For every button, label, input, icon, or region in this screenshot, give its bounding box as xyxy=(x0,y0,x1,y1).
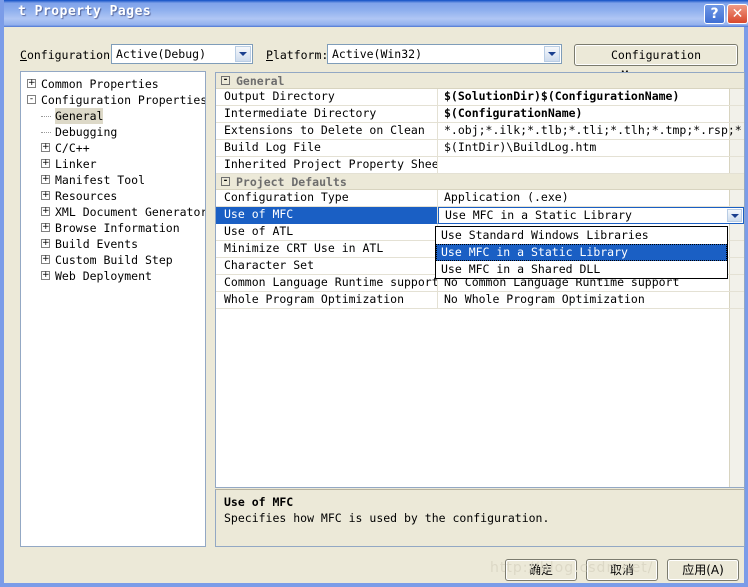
tree-item-label: Configuration Properties xyxy=(41,93,206,107)
property-grid[interactable]: - General Output Directory $(SolutionDir)$(… xyxy=(215,72,745,488)
expand-icon[interactable]: + xyxy=(41,239,50,248)
grid-row-value[interactable]: *.obj;*.ilk;*.tlb;*.tli;*.tlh;*.tmp;*.rs… xyxy=(438,123,744,140)
grid-row-name[interactable]: Whole Program Optimization xyxy=(216,292,438,309)
collapse-icon[interactable]: - xyxy=(27,95,36,104)
grid-row[interactable]: Whole Program Optimization No Whole Progr… xyxy=(216,292,744,309)
collapse-icon[interactable]: - xyxy=(221,177,230,186)
help-icon[interactable]: ? xyxy=(704,4,725,24)
tree-item-label: General xyxy=(55,108,104,124)
expand-icon[interactable]: + xyxy=(41,255,50,264)
title-bar: t Property Pages ? ✕ xyxy=(4,0,748,27)
tree-item-label: C/C++ xyxy=(55,141,90,155)
expand-icon[interactable]: + xyxy=(41,191,50,200)
use-of-mfc-dropdown-list[interactable]: Use Standard Windows Libraries Use MFC in… xyxy=(435,226,728,279)
grid-row-name[interactable]: Use of ATL xyxy=(216,224,438,241)
tree-item-label: Common Properties xyxy=(41,77,159,91)
grid-row-name[interactable]: Use of MFC xyxy=(216,207,438,224)
description-pane: Use of MFC Specifies how MFC is used by … xyxy=(215,489,745,547)
grid-row-value[interactable]: $(ConfigurationName) xyxy=(438,106,744,123)
dropdown-option[interactable]: Use Standard Windows Libraries xyxy=(436,227,727,244)
expand-icon[interactable]: + xyxy=(41,223,50,232)
grid-row-value[interactable]: No Whole Program Optimization xyxy=(438,292,744,309)
grid-category-general[interactable]: - General xyxy=(216,73,744,89)
expand-icon[interactable]: + xyxy=(41,271,50,280)
grid-category-project-defaults[interactable]: - Project Defaults xyxy=(216,174,744,190)
grid-row-name[interactable]: Inherited Project Property Sheets xyxy=(216,157,438,174)
grid-row-name[interactable]: Minimize CRT Use in ATL xyxy=(216,241,438,258)
grid-row-name[interactable]: Character Set xyxy=(216,258,438,275)
chevron-down-icon[interactable] xyxy=(235,46,251,62)
grid-row-name[interactable]: Configuration Type xyxy=(216,190,438,207)
grid-row-name[interactable]: Extensions to Delete on Clean xyxy=(216,123,438,140)
chevron-down-icon[interactable] xyxy=(544,46,560,62)
tree-item-label: XML Document Generator xyxy=(55,205,206,219)
grid-row-value[interactable]: $(SolutionDir)$(ConfigurationName) xyxy=(438,89,744,106)
grid-row[interactable]: Output Directory $(SolutionDir)$(Configur… xyxy=(216,89,744,106)
platform-dropdown[interactable]: Active(Win32) xyxy=(327,44,562,64)
configuration-label: Configuration: xyxy=(20,48,117,62)
platform-label: Platform: xyxy=(266,48,329,62)
grid-category-label: General xyxy=(236,74,285,88)
dropdown-option[interactable]: Use MFC in a Static Library xyxy=(436,244,727,261)
expand-icon[interactable]: + xyxy=(41,175,50,184)
watermark-text: http://blog.csdn.net/ xyxy=(490,560,654,576)
grid-row[interactable]: Configuration Type Application (.exe) xyxy=(216,190,744,207)
grid-row-value[interactable]: Application (.exe) xyxy=(438,190,744,207)
grid-row[interactable]: Use of MFC Use MFC in a Static Library xyxy=(216,207,744,224)
expand-icon[interactable]: + xyxy=(41,159,50,168)
configuration-manager-button[interactable]: Configuration Manager... xyxy=(574,44,738,82)
tree-item-label: Custom Build Step xyxy=(55,253,173,267)
dropdown-option[interactable]: Use MFC in a Shared DLL xyxy=(436,261,727,278)
grid-row-value[interactable]: $(IntDir)\BuildLog.htm xyxy=(438,140,744,157)
expand-icon[interactable]: + xyxy=(41,207,50,216)
grid-row[interactable]: Extensions to Delete on Clean *.obj;*.ilk… xyxy=(216,123,744,140)
grid-row-value[interactable] xyxy=(438,157,744,174)
description-body: Specifies how MFC is used by the configu… xyxy=(224,511,550,525)
expand-icon[interactable]: + xyxy=(41,143,50,152)
tree-item-label: Build Events xyxy=(55,237,139,251)
configuration-value: Active(Debug) xyxy=(116,47,207,61)
close-icon[interactable]: ✕ xyxy=(727,4,748,24)
tree-item-label: Browse Information xyxy=(55,221,180,235)
chevron-down-icon[interactable] xyxy=(727,209,742,222)
platform-value: Active(Win32) xyxy=(332,47,423,61)
grid-category-label: Project Defaults xyxy=(236,175,347,189)
expand-icon[interactable]: + xyxy=(27,79,36,88)
tree-item-label: Manifest Tool xyxy=(55,173,146,187)
grid-row-name[interactable]: Output Directory xyxy=(216,89,438,106)
description-title: Use of MFC xyxy=(224,495,294,509)
collapse-icon[interactable]: - xyxy=(221,76,230,85)
grid-row-name[interactable]: Intermediate Directory xyxy=(216,106,438,123)
property-pages-dialog: t Property Pages ? ✕ Configuration: Acti… xyxy=(0,0,748,587)
tree-item-label: Resources xyxy=(55,189,118,203)
grid-row-name[interactable]: Build Log File xyxy=(216,140,438,157)
configuration-dropdown[interactable]: Active(Debug) xyxy=(111,44,253,64)
grid-row-name[interactable]: Common Language Runtime support xyxy=(216,275,438,292)
grid-row[interactable]: Intermediate Directory $(ConfigurationNam… xyxy=(216,106,744,123)
tree-item-label: Debugging xyxy=(55,125,118,139)
tree-item-label: Web Deployment xyxy=(55,269,152,283)
grid-row[interactable]: Inherited Project Property Sheets xyxy=(216,157,744,174)
property-tree[interactable]: + Common Properties - Configuration Propert… xyxy=(20,71,206,547)
grid-row[interactable]: Build Log File $(IntDir)\BuildLog.htm xyxy=(216,140,744,157)
tree-item-label: Linker xyxy=(55,157,97,171)
window-title: t Property Pages xyxy=(18,4,152,19)
tree-connector-icon xyxy=(41,132,51,133)
tree-connector-icon xyxy=(41,116,51,117)
grid-row-value-editor[interactable]: Use MFC in a Static Library xyxy=(438,207,744,224)
